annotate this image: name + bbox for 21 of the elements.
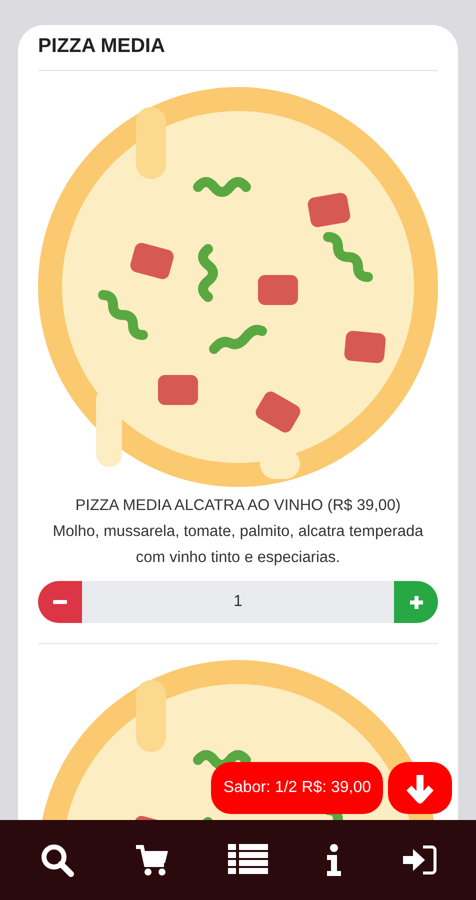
list-button[interactable]	[228, 844, 268, 876]
info-icon	[326, 844, 342, 876]
down-arrow-icon	[405, 772, 435, 804]
product-description: Molho, mussarela, tomate, palmito, alcatra temperada com vinho tinto e especiarias.	[52, 522, 424, 568]
plus-icon	[408, 594, 424, 610]
cart-icon	[134, 843, 170, 877]
scroll-down-button[interactable]	[388, 762, 452, 814]
category-title: PIZZA MEDIA	[38, 34, 166, 59]
cart-button[interactable]	[134, 843, 170, 877]
product-title: PIZZA MEDIA ALCATRA AO VINHO (R$ 39,00)	[74, 496, 402, 516]
search-button[interactable]	[39, 842, 76, 878]
sign-in-button[interactable]	[400, 844, 437, 876]
list-icon	[228, 844, 268, 876]
increase-button[interactable]	[394, 581, 438, 623]
minus-icon	[53, 600, 67, 604]
sign-in-icon	[400, 844, 437, 876]
info-button[interactable]	[326, 844, 342, 876]
search-icon	[39, 842, 76, 878]
decrease-button[interactable]	[38, 581, 82, 623]
order-summary-button[interactable]: Sabor: 1/2 R$: 39,00	[211, 762, 383, 814]
quantity-value: 1	[232, 592, 244, 612]
